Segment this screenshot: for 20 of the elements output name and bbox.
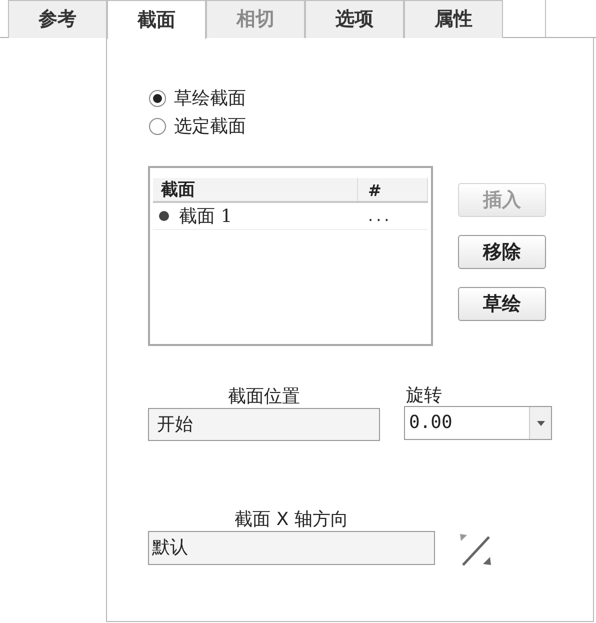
column-header: 截面 — [153, 178, 358, 201]
field-label: 截面位置 — [228, 386, 300, 408]
tab[interactable]: 属性 — [404, 0, 503, 38]
action-button[interactable]: 草绘 — [458, 287, 546, 321]
rotation-dropdown[interactable]: 0.00 — [404, 406, 552, 440]
action-button[interactable]: 移除 — [458, 235, 546, 269]
tab[interactable]: 选项 — [305, 0, 404, 38]
radio-option[interactable]: 草绘截面 — [149, 84, 593, 112]
tab[interactable]: 截面 — [107, 0, 206, 39]
tab[interactable]: 参考 — [8, 0, 107, 38]
list-row[interactable]: 截面 1 ... — [153, 203, 428, 230]
column-header: # — [358, 178, 428, 201]
field-label: 旋转 — [405, 386, 443, 406]
position-field: 开始 — [148, 408, 380, 441]
flip-direction-icon[interactable] — [457, 531, 493, 567]
row-name: 截面 1 — [178, 204, 234, 228]
row-value: ... — [367, 205, 392, 227]
radio-option[interactable]: 选定截面 — [149, 112, 593, 140]
x-axis-field: 默认 — [148, 531, 435, 565]
field-label: 截面 X 轴方向 — [234, 509, 348, 531]
